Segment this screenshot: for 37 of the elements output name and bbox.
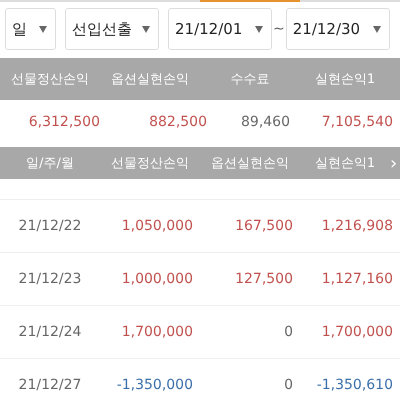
table-cell: 0 [284, 324, 293, 340]
period-dropdown[interactable]: 일 [5, 8, 56, 50]
caret-icon [39, 26, 47, 32]
table-cell: 21/12/27 [18, 377, 82, 393]
table-cell: 21/12/23 [18, 271, 82, 287]
method-dropdown[interactable]: 선입선출 [65, 8, 159, 50]
column-header: 선물정산손익 [111, 155, 189, 172]
summary-value: 7,105,540 [322, 114, 393, 130]
caret-icon [142, 26, 150, 32]
column-header: 옵션실현손익 [211, 155, 289, 172]
table-cell: 1,050,000 [122, 218, 193, 234]
table-cell: 21/12/24 [18, 324, 82, 340]
end-date-dropdown[interactable]: 21/12/30 [286, 8, 390, 50]
table-cell: -1,350,000 [116, 377, 193, 393]
column-header: 선물정산손익 [11, 71, 89, 88]
summary-value: 882,500 [149, 114, 207, 130]
table-cell: 1,216,908 [322, 218, 393, 234]
table-cell: 1,127,160 [322, 271, 393, 287]
table-cell: 0 [284, 377, 293, 393]
table-cell: 1,700,000 [322, 324, 393, 340]
table-cell: 127,500 [235, 271, 293, 287]
table-cell: -1,350,610 [316, 377, 393, 393]
table-cell: 1,700,000 [122, 324, 193, 340]
caret-icon [255, 26, 263, 32]
table-cell: 167,500 [235, 218, 293, 234]
summary-value: 6,312,500 [28, 114, 100, 130]
caret-icon [372, 26, 381, 32]
column-header: 실현손익1 [314, 155, 376, 172]
column-header: 옵션실현손익 [111, 71, 189, 88]
column-header: 일/주/월 [26, 155, 74, 172]
range-separator: ~ [273, 21, 285, 37]
start-date-dropdown[interactable]: 21/12/01 [168, 8, 272, 50]
column-header: 수수료 [230, 71, 270, 88]
column-header: 실현손익1 [314, 71, 376, 88]
summary-value: 89,460 [241, 114, 290, 130]
table-cell: 1,000,000 [122, 271, 193, 287]
table-cell: 21/12/22 [18, 218, 82, 234]
